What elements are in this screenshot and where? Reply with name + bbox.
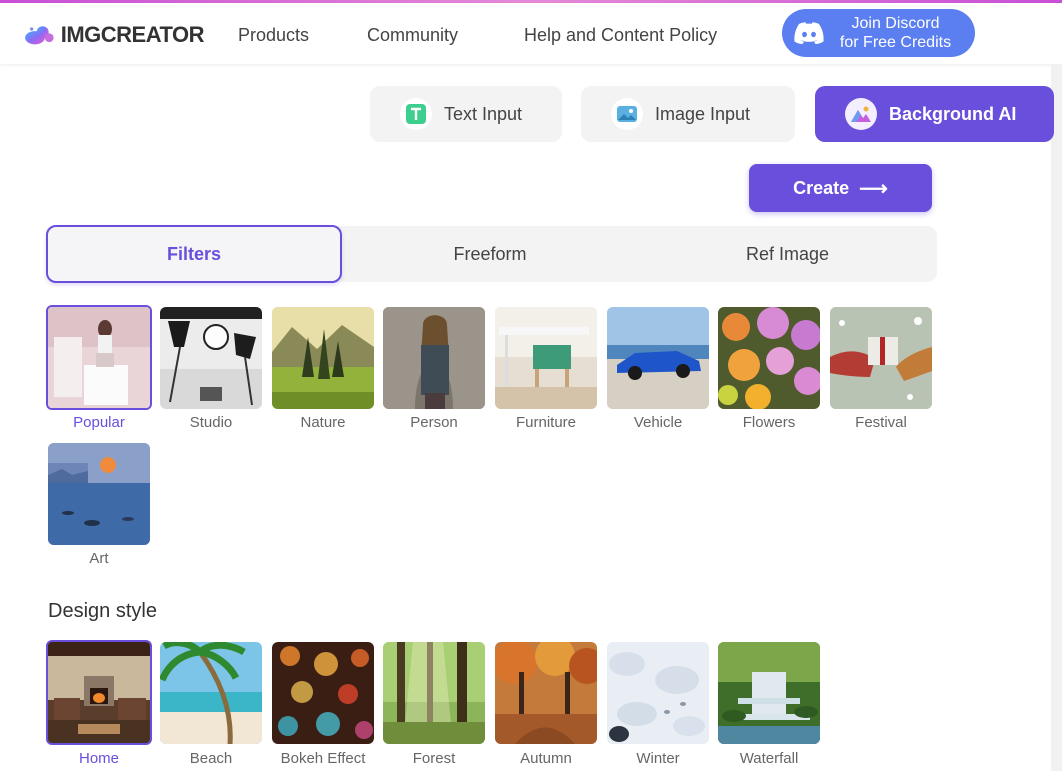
design-style-title: Design style xyxy=(48,600,157,622)
filter-tile-flowers[interactable] xyxy=(718,307,820,409)
discord-label: Join Discord for Free Credits xyxy=(824,14,967,52)
nav-help-content-policy[interactable]: Help and Content Policy xyxy=(524,25,717,46)
tab-freeform[interactable]: Freeform xyxy=(342,226,638,282)
tab-ref-image[interactable]: Ref Image xyxy=(638,226,937,282)
nature-thumbnail xyxy=(272,307,374,409)
tab-image-input-label: Image Input xyxy=(655,103,751,124)
filter-tile-nature[interactable] xyxy=(272,307,374,409)
tab-image-input[interactable]: Image Input xyxy=(581,86,795,142)
discord-label-line2: for Free Credits xyxy=(839,34,952,51)
image-input-icon xyxy=(611,98,643,130)
filter-label-festival: Festival xyxy=(855,414,907,431)
filter-tile-studio[interactable] xyxy=(160,307,262,409)
tab-background-ai[interactable]: Background AI xyxy=(815,86,1054,142)
filter-tile-popular[interactable] xyxy=(46,305,152,410)
filter-label-art: Art xyxy=(89,550,109,567)
logo[interactable]: IMGCREATOR xyxy=(24,16,205,54)
nav-community[interactable]: Community xyxy=(367,25,458,46)
style-label-winter: Winter xyxy=(636,750,680,767)
style-tile-autumn[interactable] xyxy=(495,642,597,744)
festival-thumbnail xyxy=(830,307,932,409)
studio-thumbnail xyxy=(160,307,262,409)
nav-products[interactable]: Products xyxy=(238,25,309,46)
style-label-forest: Forest xyxy=(412,750,456,767)
art-thumbnail xyxy=(48,443,150,545)
waterfall-thumbnail xyxy=(718,642,820,744)
filter-tile-festival[interactable] xyxy=(830,307,932,409)
style-tile-home[interactable] xyxy=(46,640,152,745)
flowers-thumbnail xyxy=(718,307,820,409)
filter-label-nature: Nature xyxy=(300,414,346,431)
filter-label-furniture: Furniture xyxy=(515,414,577,431)
style-label-bokeh-effect: Bokeh Effect xyxy=(280,750,366,767)
filter-tile-art[interactable] xyxy=(48,443,150,545)
bokeh-effect-thumbnail xyxy=(272,642,374,744)
filter-tile-vehicle[interactable] xyxy=(607,307,709,409)
forest-thumbnail xyxy=(383,642,485,744)
join-discord-button[interactable]: Join Discord for Free Credits xyxy=(782,9,975,57)
background-ai-icon xyxy=(845,98,877,130)
scrollbar[interactable] xyxy=(1051,64,1062,771)
filter-tile-furniture[interactable] xyxy=(495,307,597,409)
filter-label-studio: Studio xyxy=(189,414,233,431)
home-thumbnail xyxy=(48,642,150,743)
text-input-icon xyxy=(400,98,432,130)
style-tile-forest[interactable] xyxy=(383,642,485,744)
furniture-thumbnail xyxy=(495,307,597,409)
winter-thumbnail xyxy=(607,642,709,744)
style-tile-beach[interactable] xyxy=(160,642,262,744)
tab-text-input-label: Text Input xyxy=(444,103,523,124)
style-tile-waterfall[interactable] xyxy=(718,642,820,744)
style-label-autumn: Autumn xyxy=(520,750,572,767)
create-button[interactable]: Create ⟶ xyxy=(749,164,932,212)
logo-icon xyxy=(25,26,54,45)
logo-text: IMGCREATOR xyxy=(60,22,205,47)
create-button-label: Create xyxy=(793,177,850,198)
style-label-waterfall: Waterfall xyxy=(739,750,799,767)
discord-icon xyxy=(794,22,824,44)
style-tile-bokeh-effect[interactable] xyxy=(272,642,374,744)
autumn-thumbnail xyxy=(495,642,597,744)
vehicle-thumbnail xyxy=(607,307,709,409)
discord-label-line1: Join Discord xyxy=(851,15,940,32)
tab-background-ai-label: Background AI xyxy=(889,103,1017,124)
filter-label-flowers: Flowers xyxy=(742,414,796,431)
style-label-beach: Beach xyxy=(189,750,233,767)
filter-label-person: Person xyxy=(410,414,458,431)
style-tile-winter[interactable] xyxy=(607,642,709,744)
person-thumbnail xyxy=(383,307,485,409)
filter-mode-tabs: Freeform Ref Image Filters xyxy=(46,225,937,283)
filter-tile-person[interactable] xyxy=(383,307,485,409)
filter-label-popular: Popular xyxy=(73,414,125,431)
beach-thumbnail xyxy=(160,642,262,744)
arrow-right-icon: ⟶ xyxy=(859,177,888,200)
style-label-home: Home xyxy=(78,750,119,767)
tab-filters[interactable]: Filters xyxy=(46,225,342,283)
popular-thumbnail xyxy=(48,307,150,408)
filter-label-vehicle: Vehicle xyxy=(633,414,683,431)
header: IMGCREATOR Products Community Help and C… xyxy=(0,3,1062,64)
tab-text-input[interactable]: Text Input xyxy=(370,86,562,142)
